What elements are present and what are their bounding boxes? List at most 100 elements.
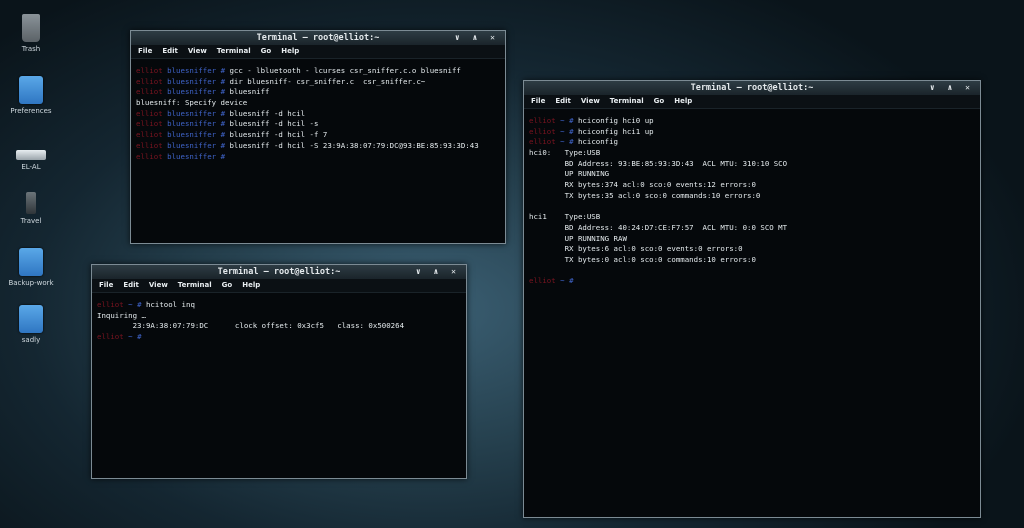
prompt-user: elliot	[529, 116, 556, 125]
prompt-user: elliot	[97, 332, 124, 342]
prompt-line: elliot bluesniffer # bluesniff	[136, 87, 500, 98]
output-line: UP RUNNING	[529, 169, 610, 179]
command-text: gcc - lbluetooth - lcurses csr_sniffer.c…	[225, 66, 461, 75]
menu-item-terminal[interactable]: Terminal	[178, 281, 212, 289]
prompt-user: elliot	[136, 140, 163, 150]
prompt-line: elliot ~ #	[97, 332, 461, 343]
menu-bar: File Edit View Terminal Go Help	[92, 279, 466, 293]
desktop-icon-trash[interactable]: Trash	[8, 14, 54, 53]
output-line: UP RUNNING RAW	[529, 233, 627, 243]
prompt-path: ~	[128, 332, 133, 342]
desktop-icon-preferences[interactable]: Preferences	[8, 76, 54, 115]
prompt-hash: #	[569, 276, 574, 286]
output-line: TX bytes:35 acl:0 sco:0 commands:10 erro…	[529, 190, 761, 200]
prompt-user: elliot	[97, 300, 124, 309]
prompt-path: bluesniffer	[167, 119, 217, 129]
command-text: bluesniff -d hcil -f 7	[225, 130, 328, 140]
command-text: bluesniff -d hcil -s	[225, 119, 319, 129]
desktop-icon-travel[interactable]: Travel	[8, 192, 54, 225]
prompt-path: bluesniffer	[167, 130, 217, 140]
output-line: RX bytes:6 acl:0 sco:0 events:0 errors:0	[529, 244, 743, 254]
window-titlebar[interactable]: Terminal – root@elliot:~ ∨ ∧ ✕	[524, 81, 980, 95]
window-titlebar[interactable]: Terminal – root@elliot:~ ∨ ∧ ✕	[92, 265, 466, 279]
window-titlebar[interactable]: Terminal – root@elliot:~ ∨ ∧ ✕	[131, 31, 505, 45]
menu-bar: File Edit View Terminal Go Help	[131, 45, 505, 59]
menu-item-view[interactable]: View	[581, 97, 600, 105]
prompt-path: ~	[560, 116, 565, 125]
prompt-line: elliot bluesniffer # bluesniff -d hcil -…	[136, 119, 500, 130]
desktop-icon-label: Travel	[20, 217, 42, 225]
menu-item-go[interactable]: Go	[654, 97, 665, 105]
command-text: hciconfig	[573, 137, 619, 147]
prompt-line: elliot ~ #	[529, 276, 975, 287]
prompt-user: elliot	[529, 126, 556, 136]
menu-item-view[interactable]: View	[149, 281, 168, 289]
command-text: bluesniff -d hcil -S 23:9A:38:07:79:DC@9…	[225, 140, 479, 150]
terminal-window-bluesniffer[interactable]: Terminal – root@elliot:~ ∨ ∧ ✕ File Edit V…	[130, 30, 506, 244]
drive-icon	[16, 150, 46, 160]
desktop-icon-label: Backup-work	[8, 279, 54, 287]
prompt-path: bluesniffer	[167, 140, 217, 150]
menu-item-file[interactable]: File	[99, 281, 113, 289]
menu-item-terminal[interactable]: Terminal	[217, 47, 251, 55]
window-controls[interactable]: ∨ ∧ ✕	[455, 31, 499, 45]
prompt-line: elliot bluesniffer # bluesniff -d hcil -…	[136, 130, 500, 141]
menu-item-file[interactable]: File	[138, 47, 152, 55]
output-line: BD Address: 40:24:D7:CE:F7:57 ACL MTU: 0…	[529, 222, 788, 232]
menu-item-edit[interactable]: Edit	[555, 97, 571, 105]
prompt-line: elliot ~ # hciconfig hci1 up	[529, 127, 975, 138]
menu-item-terminal[interactable]: Terminal	[610, 97, 644, 105]
menu-item-edit[interactable]: Edit	[162, 47, 178, 55]
output-line: RX bytes:374 acl:0 sco:0 events:12 error…	[529, 180, 756, 190]
window-controls[interactable]: ∨ ∧ ✕	[930, 81, 974, 95]
menu-item-help[interactable]: Help	[242, 281, 260, 289]
prompt-line: elliot ~ # hcitool inq	[97, 300, 461, 311]
prompt-user: elliot	[529, 276, 556, 286]
menu-item-go[interactable]: Go	[222, 281, 233, 289]
menu-item-help[interactable]: Help	[281, 47, 299, 55]
terminal-window-hciconfig[interactable]: Terminal – root@elliot:~ ∨ ∧ ✕ File Edit V…	[523, 80, 981, 518]
command-text: hcitool inq	[141, 300, 195, 309]
prompt-line: elliot bluesniffer # dir bluesniff- csr_…	[136, 77, 500, 88]
menu-item-view[interactable]: View	[188, 47, 207, 55]
window-controls[interactable]: ∨ ∧ ✕	[416, 265, 460, 279]
usb-drive-icon	[26, 192, 36, 214]
terminal-output[interactable]: elliot ~ # hcitool inq Inquiring … 23:9A:…	[92, 293, 466, 350]
desktop-icon-el-al[interactable]: EL-AL	[8, 140, 54, 171]
prompt-hash: #	[220, 151, 226, 161]
folder-icon	[19, 248, 43, 276]
window-title: Terminal – root@elliot:~	[217, 267, 341, 277]
menu-bar: File Edit View Terminal Go Help	[524, 95, 980, 109]
prompt-path: bluesniffer	[167, 151, 217, 161]
terminal-window-hcitool[interactable]: Terminal – root@elliot:~ ∨ ∧ ✕ File Edit V…	[91, 264, 467, 479]
desktop-icon-sadly[interactable]: sadly	[8, 305, 54, 344]
output-line: hci0: Type:USB	[529, 148, 601, 158]
prompt-path: bluesniffer	[167, 76, 217, 86]
prompt-line: elliot bluesniffer # gcc - lbluetooth - …	[136, 66, 500, 77]
prompt-path: bluesniffer	[167, 108, 217, 118]
menu-item-go[interactable]: Go	[261, 47, 272, 55]
prompt-user: elliot	[136, 66, 163, 75]
folder-icon	[19, 305, 43, 333]
prompt-line: elliot bluesniffer # bluesniff -d hcil -…	[136, 141, 500, 152]
prompt-user: elliot	[136, 87, 163, 97]
menu-item-file[interactable]: File	[531, 97, 545, 105]
prompt-path: ~	[560, 276, 565, 286]
desktop-icon-label: Preferences	[10, 107, 52, 115]
output-line: TX bytes:0 acl:0 sco:0 commands:10 error…	[529, 254, 756, 264]
menu-item-edit[interactable]: Edit	[123, 281, 139, 289]
prompt-user: elliot	[529, 137, 556, 147]
command-text: hciconfig hci0 up	[573, 116, 654, 125]
terminal-output[interactable]: elliot ~ # hciconfig hci0 up elliot ~ # h…	[524, 109, 980, 294]
desktop-icon-backup-work[interactable]: Backup-work	[8, 248, 54, 287]
window-title: Terminal – root@elliot:~	[690, 83, 814, 93]
prompt-line: elliot bluesniffer # bluesniff -d hcil	[136, 109, 500, 120]
menu-item-help[interactable]: Help	[674, 97, 692, 105]
trash-icon	[22, 14, 40, 42]
desktop-icon-label: sadly	[21, 336, 41, 344]
prompt-line: elliot bluesniffer #	[136, 152, 500, 163]
desktop-icon-label: Trash	[21, 45, 41, 53]
terminal-output[interactable]: elliot bluesniffer # gcc - lbluetooth - …	[131, 59, 505, 169]
